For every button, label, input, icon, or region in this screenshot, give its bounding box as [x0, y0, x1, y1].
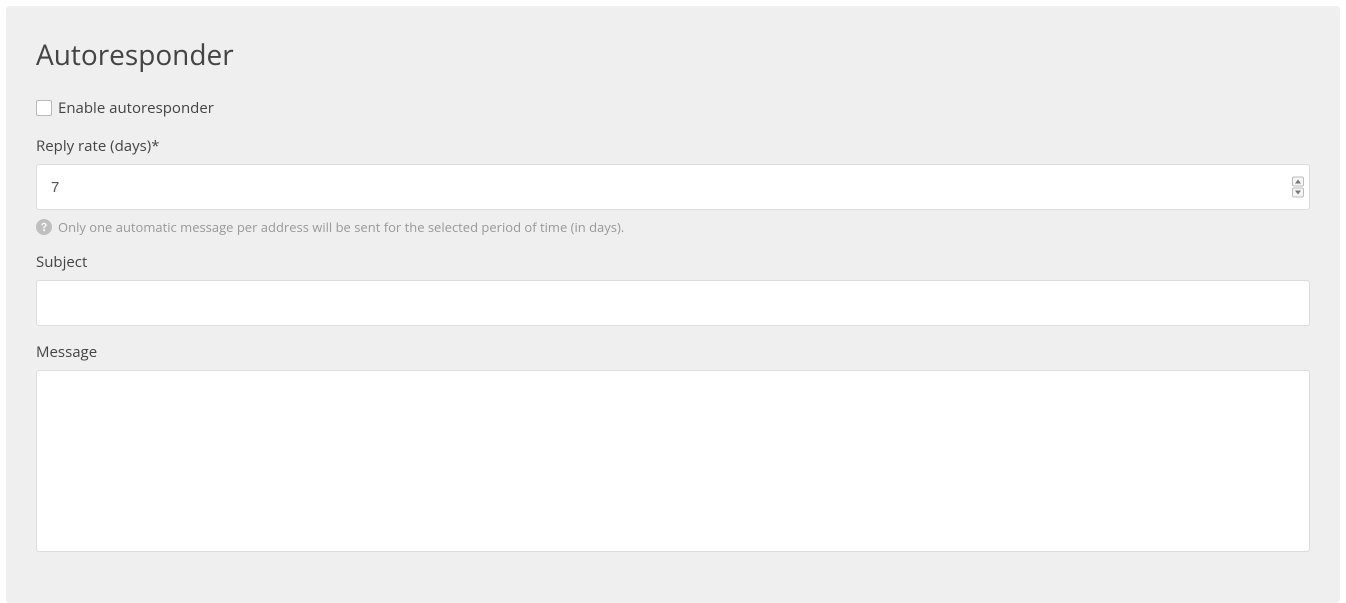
enable-autoresponder-label: Enable autoresponder	[58, 98, 214, 118]
autoresponder-panel: Autoresponder Enable autoresponder Reply…	[6, 6, 1340, 603]
help-icon	[36, 219, 52, 235]
reply-rate-help-text: Only one automatic message per address w…	[58, 218, 624, 236]
chevron-down-icon	[1295, 191, 1301, 195]
subject-label: Subject	[36, 252, 1310, 272]
stepper-up-button[interactable]	[1292, 177, 1304, 187]
reply-rate-help-row: Only one automatic message per address w…	[36, 218, 1310, 236]
subject-input[interactable]	[36, 280, 1310, 326]
reply-rate-label: Reply rate (days)*	[36, 136, 1310, 156]
quantity-stepper	[1292, 177, 1304, 198]
chevron-up-icon	[1295, 180, 1301, 184]
reply-rate-group: Reply rate (days)* Only one automatic me…	[36, 136, 1310, 236]
subject-group: Subject	[36, 252, 1310, 326]
reply-rate-input-wrapper	[36, 164, 1310, 210]
message-textarea[interactable]	[36, 370, 1310, 552]
page-title: Autoresponder	[36, 36, 1310, 74]
enable-autoresponder-checkbox[interactable]	[36, 100, 52, 116]
stepper-down-button[interactable]	[1292, 188, 1304, 198]
message-label: Message	[36, 342, 1310, 362]
enable-autoresponder-row: Enable autoresponder	[36, 98, 1310, 118]
reply-rate-input[interactable]	[36, 164, 1310, 210]
message-group: Message	[36, 342, 1310, 557]
